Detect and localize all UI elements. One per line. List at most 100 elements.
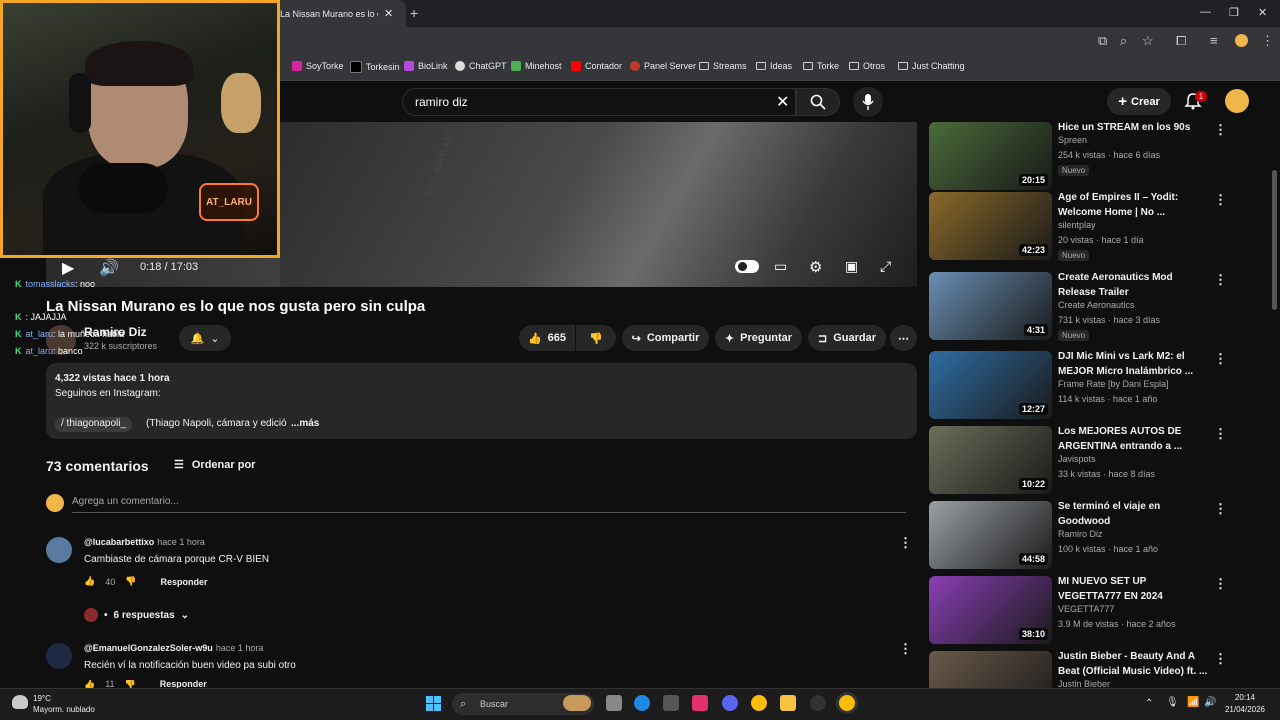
task-view-icon[interactable]	[606, 695, 622, 711]
recommended-channel[interactable]: silentplay	[1058, 220, 1096, 230]
close-tab-icon[interactable]: ✕	[384, 7, 393, 20]
comment-menu-icon[interactable]: ⋮	[899, 641, 912, 657]
video-thumbnail[interactable]: 12:27	[929, 351, 1052, 419]
show-more-link[interactable]: ...más	[291, 418, 319, 429]
bookmark-torke[interactable]: Torke	[803, 61, 839, 71]
bookmark-streams[interactable]: Streams	[699, 61, 747, 71]
more-actions-button[interactable]: ⋯	[890, 325, 917, 351]
recommended-title[interactable]: Age of Empires II – Yodit: Welcome Home …	[1058, 190, 1208, 220]
thumbs-down-icon[interactable]: 👎	[125, 680, 136, 688]
edge-icon[interactable]	[634, 695, 650, 711]
bookmark-minehost[interactable]: Minehost	[511, 61, 562, 71]
playlist-icon[interactable]: ≡	[1210, 33, 1218, 48]
reply-button[interactable]: Responder	[160, 680, 207, 688]
recommended-title[interactable]: MI NUEVO SET UP VEGETTA777 EN 2024	[1058, 574, 1208, 604]
account-avatar[interactable]	[1225, 89, 1249, 113]
more-options-icon[interactable]: ⋮	[1214, 501, 1227, 517]
bookmark-contador[interactable]: Contador	[571, 61, 622, 71]
clear-search-icon[interactable]: ✕	[776, 92, 789, 112]
recommended-video[interactable]: 44:58 Se terminó el viaje en Goodwood Rami…	[929, 499, 1227, 569]
like-button[interactable]: 👍 665	[519, 325, 575, 351]
recommended-channel[interactable]: VEGETTA777	[1058, 604, 1114, 614]
commenter-avatar[interactable]	[46, 537, 72, 563]
discord-icon[interactable]	[722, 695, 738, 711]
clock-time[interactable]: 20:14	[1222, 693, 1268, 702]
reply-button[interactable]: Responder	[160, 577, 207, 587]
subscription-bell-button[interactable]: 🔔 ⌄	[179, 325, 231, 351]
recommended-channel[interactable]: Create Aeronautics	[1058, 300, 1135, 310]
thumbs-up-icon[interactable]: 👍	[84, 680, 95, 688]
recommended-channel[interactable]: Spreen	[1058, 135, 1087, 145]
zoom-icon[interactable]: ⌕	[1120, 33, 1127, 49]
save-button[interactable]: ⊐ Guardar	[808, 325, 886, 351]
recommended-video[interactable]: 10:22 Los MEJORES AUTOS DE ARGENTINA entr…	[929, 424, 1227, 494]
dislike-button[interactable]: 👎	[576, 325, 616, 351]
browser-tab[interactable]: La Nissan Murano es lo que ✕	[272, 0, 406, 27]
windows-start-icon[interactable]	[426, 696, 441, 711]
subtitles-icon[interactable]: ▭	[774, 258, 787, 275]
more-options-icon[interactable]: ⋮	[1214, 426, 1227, 442]
bookmark-biolink[interactable]: BioLink	[404, 61, 448, 71]
miniplayer-icon[interactable]: ▣	[845, 258, 858, 275]
bookmark-just-chatting[interactable]: Just Chatting	[898, 61, 965, 71]
settings-icon[interactable]: ⚙	[809, 258, 822, 276]
recommended-video[interactable]: 12:27 DJI Mic Mini vs Lark M2: el MEJOR M…	[929, 349, 1227, 419]
comment-author[interactable]: @EmanuelGonzalezSoler-w9u hace 1 hora	[84, 643, 263, 653]
voice-search-button[interactable]	[853, 87, 883, 117]
bookmark-panel-server[interactable]: Panel Server	[630, 61, 696, 71]
recommended-channel[interactable]: Frame Rate [by Dani Espla]	[1058, 379, 1169, 389]
ask-button[interactable]: ✦ Preguntar	[715, 325, 802, 351]
play-button[interactable]: ▶	[62, 258, 74, 278]
comment-menu-icon[interactable]: ⋮	[899, 535, 912, 551]
weather-temp[interactable]: 19°C	[33, 694, 51, 703]
add-comment-input[interactable]: Agrega un comentario...	[72, 496, 179, 507]
recommended-video[interactable]: 20:15 Hice un STREAM en los 90s Spreen 254 …	[929, 120, 1227, 190]
clock-date[interactable]: 21/04/2026	[1222, 705, 1268, 714]
mic-tray-icon[interactable]: 🎙	[1166, 697, 1179, 708]
star-icon[interactable]: ☆	[1142, 33, 1154, 49]
share-button[interactable]: ↪ Compartir	[622, 325, 709, 351]
obs-icon[interactable]	[810, 695, 826, 711]
comment-author[interactable]: @lucabarbettixo hace 1 hora	[84, 537, 205, 547]
menu-icon[interactable]: ⋮	[1261, 33, 1274, 49]
bookmark-chatgpt[interactable]: ChatGPT	[455, 61, 507, 71]
weather-desc[interactable]: Mayorm. nublado	[33, 705, 95, 714]
store-icon[interactable]	[663, 695, 679, 711]
bookmark-otros[interactable]: Otros	[849, 61, 885, 71]
recommended-title[interactable]: Los MEJORES AUTOS DE ARGENTINA entrando …	[1058, 424, 1208, 454]
more-options-icon[interactable]: ⋮	[1214, 576, 1227, 592]
chrome-icon[interactable]	[751, 695, 767, 711]
recommended-video[interactable]: 42:23 Age of Empires II – Yodit: Welcome …	[929, 190, 1227, 261]
more-options-icon[interactable]: ⋮	[1214, 192, 1227, 208]
search-button[interactable]	[796, 88, 840, 116]
minimize-icon[interactable]: —	[1200, 6, 1211, 18]
close-window-icon[interactable]: ✕	[1258, 6, 1267, 19]
more-options-icon[interactable]: ⋮	[1214, 122, 1227, 138]
bookmark-ideas[interactable]: Ideas	[756, 61, 792, 71]
new-tab-icon[interactable]: +	[410, 5, 418, 21]
recommended-title[interactable]: Hice un STREAM en los 90s	[1058, 120, 1208, 135]
instagram-link[interactable]: / thiagonapoli_	[55, 417, 133, 432]
more-options-icon[interactable]: ⋮	[1214, 651, 1227, 667]
more-options-icon[interactable]: ⋮	[1214, 351, 1227, 367]
recommended-title[interactable]: DJI Mic Mini vs Lark M2: el MEJOR Micro …	[1058, 349, 1208, 379]
profile-icon[interactable]	[1235, 34, 1248, 47]
wifi-icon[interactable]: 📶	[1187, 697, 1199, 708]
recommended-video[interactable]: 38:10 MI NUEVO SET UP VEGETTA777 EN 2024 V…	[929, 574, 1227, 644]
install-icon[interactable]: ⧉	[1098, 33, 1107, 49]
video-thumbnail[interactable]: 10:22	[929, 426, 1052, 494]
create-button[interactable]: + Crear	[1107, 88, 1171, 115]
file-explorer-icon[interactable]	[780, 695, 796, 711]
recommended-channel[interactable]: Ramiro Diz	[1058, 529, 1103, 539]
extensions-icon[interactable]: ⧠	[1176, 33, 1186, 49]
video-thumbnail[interactable]: 20:15	[929, 122, 1052, 190]
video-thumbnail[interactable]: 42:23	[929, 192, 1052, 260]
thumbs-down-icon[interactable]: 👎	[125, 576, 136, 587]
video-thumbnail[interactable]: 44:58	[929, 501, 1052, 569]
tray-expand-icon[interactable]: ⌃	[1145, 698, 1153, 709]
scrollbar[interactable]	[1272, 170, 1277, 310]
volume-tray-icon[interactable]: 🔊	[1204, 697, 1216, 708]
recommended-title[interactable]: Se terminó el viaje en Goodwood	[1058, 499, 1208, 529]
chrome-active-icon[interactable]	[839, 695, 855, 711]
recommended-title[interactable]: Justin Bieber - Beauty And A Beat (Offic…	[1058, 649, 1208, 679]
